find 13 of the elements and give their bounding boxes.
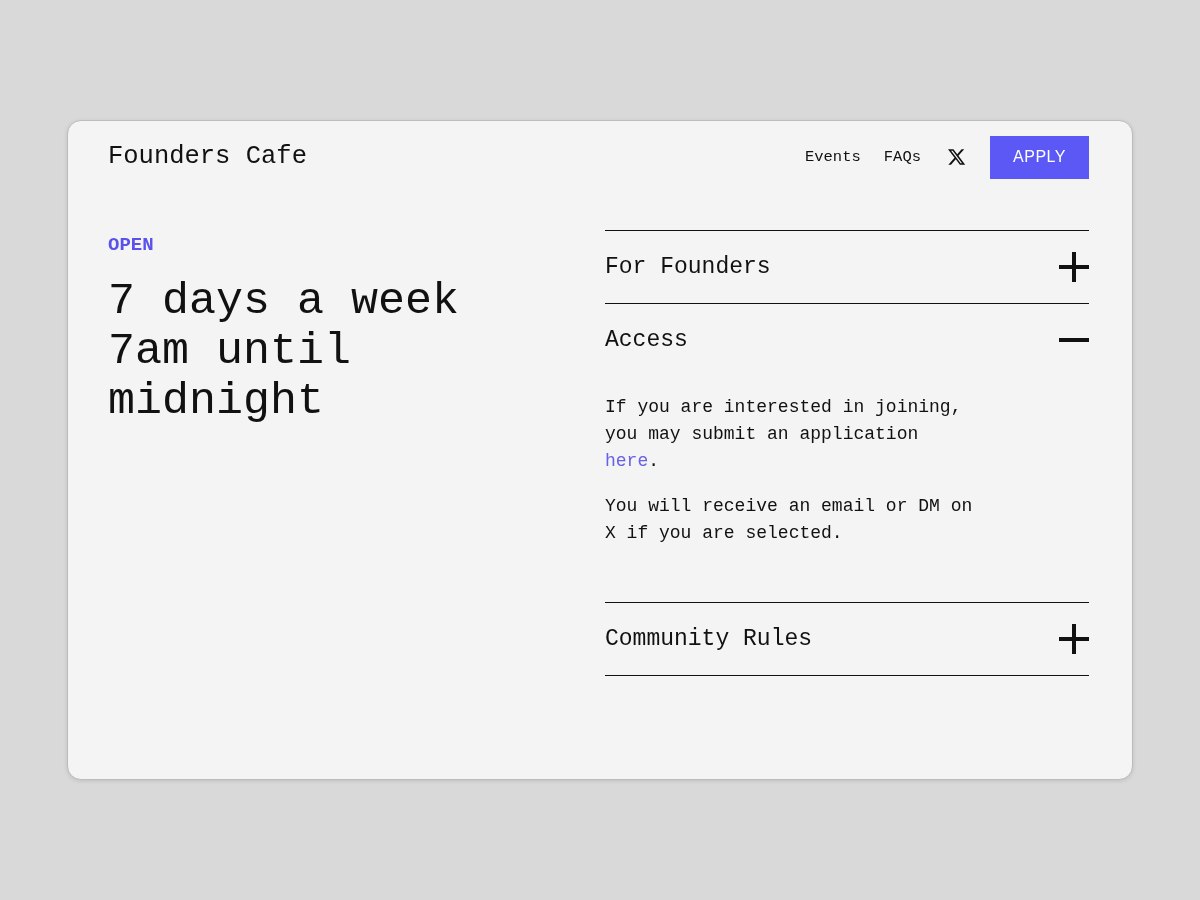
body-text: If you are interested in joining, you may submit an application here. [605,396,963,473]
application-link[interactable]: here [605,451,649,471]
accordion-header[interactable]: For Founders [605,231,1089,303]
x-logo-icon[interactable] [948,149,965,165]
apply-button[interactable]: APPLY [990,135,1089,179]
accordion-header[interactable]: Access [605,304,1089,376]
body-text: You will receive an email or DM on X if you are selected. [605,495,974,545]
status-label: OPEN [108,235,154,255]
accordion-header[interactable]: Community Rules [605,603,1089,675]
nav-link[interactable]: FAQs [883,147,921,167]
hours-heading: 7 days a week 7am until midnight [108,277,461,427]
nav-link[interactable]: Events [804,147,861,167]
site-title: Founders Cafe [108,142,307,172]
